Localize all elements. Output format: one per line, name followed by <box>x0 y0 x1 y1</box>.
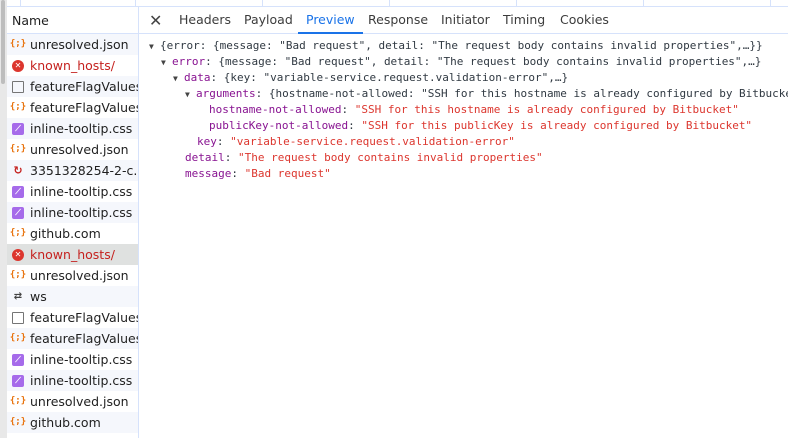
json-icon: {;} <box>9 396 27 406</box>
expand-triangle-icon[interactable]: ▼ <box>161 55 172 71</box>
json-icon: {;} <box>9 228 27 238</box>
request-name: unresolved.json <box>30 37 129 52</box>
tab-payload[interactable]: Payload <box>244 7 293 34</box>
request-row[interactable]: ✕ known_hosts/ <box>7 244 138 265</box>
request-row[interactable]: {;} featureFlagValues <box>7 97 138 118</box>
tab-response[interactable]: Response <box>368 7 428 34</box>
request-row[interactable]: {;} unresolved.json <box>7 139 138 160</box>
scrollbar-thumb[interactable] <box>1 0 5 84</box>
tree-node-error[interactable]: ▼ error: {message: "Bad request", detail:… <box>139 54 788 70</box>
request-row[interactable]: featureFlagValues <box>7 307 138 328</box>
request-row[interactable]: ⟋ inline-tooltip.css <box>7 349 138 370</box>
json-icon: {;} <box>9 102 27 112</box>
name-column-header[interactable]: Name <box>7 7 138 34</box>
request-name: github.com <box>30 226 101 241</box>
error-icon: ✕ <box>12 59 24 72</box>
img-icon: ↻ <box>13 164 23 177</box>
request-row[interactable]: {;} github.com <box>7 223 138 244</box>
request-row[interactable]: ✕ known_hosts/ <box>7 55 138 76</box>
request-row[interactable]: ⟋ inline-tooltip.css <box>7 118 138 139</box>
request-row[interactable]: {;} unresolved.json <box>7 34 138 55</box>
request-name: inline-tooltip.css <box>30 121 133 136</box>
tree-leaf-key: key: "variable-service.request.validatio… <box>197 135 515 148</box>
request-row[interactable]: {;} unresolved.json <box>7 391 138 412</box>
request-name: inline-tooltip.css <box>30 373 133 388</box>
request-row[interactable]: {;} featureFlagValues <box>7 328 138 349</box>
request-row[interactable]: ⟋ inline-tooltip.css <box>7 181 138 202</box>
request-row[interactable]: ⟋ inline-tooltip.css <box>7 370 138 391</box>
table-header-strip <box>0 0 788 7</box>
json-preview: ▼ {error: {message: "Bad request", detail… <box>139 38 788 182</box>
details-tabs: ✕ Headers Payload Preview Response Initi… <box>139 7 788 34</box>
tab-timing[interactable]: Timing <box>503 7 545 34</box>
tree-node-arguments[interactable]: ▼ arguments: {hostname-not-allowed: "SSH … <box>139 86 788 102</box>
tab-initiator[interactable]: Initiator <box>441 7 490 34</box>
expand-triangle-icon[interactable]: ▼ <box>185 87 196 103</box>
tree-leaf-hostname: hostname-not-allowed: "SSH for this host… <box>209 103 739 116</box>
request-name: inline-tooltip.css <box>30 205 133 220</box>
tab-preview[interactable]: Preview <box>298 7 363 34</box>
request-name: known_hosts/ <box>30 247 115 262</box>
request-row[interactable]: ⟋ inline-tooltip.css <box>7 202 138 223</box>
tab-cookies[interactable]: Cookies <box>560 7 609 34</box>
css-icon: ⟋ <box>12 185 24 198</box>
doc-icon <box>12 311 24 324</box>
error-icon: ✕ <box>12 248 24 261</box>
css-icon: ⟋ <box>12 353 24 366</box>
request-name: featureFlagValues <box>30 79 138 94</box>
request-row[interactable]: {;} github.com <box>7 412 138 433</box>
tree-leaf-detail: detail: "The request body contains inval… <box>185 151 543 164</box>
details-panel: ✕ Headers Payload Preview Response Initi… <box>139 7 788 438</box>
tab-headers[interactable]: Headers <box>179 7 231 34</box>
json-icon: {;} <box>9 270 27 280</box>
request-name: featureFlagValues <box>30 331 138 346</box>
request-name: 3351328254-2-c... <box>30 163 138 178</box>
request-name: featureFlagValues <box>30 100 138 115</box>
json-icon: {;} <box>9 333 27 343</box>
request-name: unresolved.json <box>30 394 129 409</box>
ws-icon: ⇄ <box>13 291 23 302</box>
tree-node-data[interactable]: ▼ data: {key: "variable-service.request.v… <box>139 70 788 86</box>
request-name: github.com <box>30 415 101 430</box>
tree-leaf-publickey: publicKey-not-allowed: "SSH for this pub… <box>209 119 753 132</box>
request-name: inline-tooltip.css <box>30 184 133 199</box>
request-name: inline-tooltip.css <box>30 352 133 367</box>
request-name: unresolved.json <box>30 142 129 157</box>
close-icon[interactable]: ✕ <box>149 11 162 30</box>
scrollbar[interactable] <box>0 0 7 438</box>
request-name: featureFlagValues <box>30 310 138 325</box>
request-name: ws <box>30 289 47 304</box>
request-row[interactable]: {;} unresolved.json <box>7 265 138 286</box>
request-list: Name {;} unresolved.json ✕ known_hosts/feat… <box>7 7 139 438</box>
expand-triangle-icon[interactable]: ▼ <box>173 71 184 87</box>
request-row[interactable]: ⇄ ws <box>7 286 138 307</box>
request-name: unresolved.json <box>30 268 129 283</box>
request-row[interactable]: featureFlagValues <box>7 76 138 97</box>
json-icon: {;} <box>9 417 27 427</box>
json-icon: {;} <box>9 39 27 49</box>
request-name: known_hosts/ <box>30 58 115 73</box>
tree-root[interactable]: ▼ {error: {message: "Bad request", detail… <box>139 38 788 54</box>
tree-leaf-message: message: "Bad request" <box>185 167 331 180</box>
doc-icon <box>12 80 24 93</box>
css-icon: ⟋ <box>12 122 24 135</box>
css-icon: ⟋ <box>12 206 24 219</box>
expand-triangle-icon[interactable]: ▼ <box>149 39 160 55</box>
json-icon: {;} <box>9 144 27 154</box>
request-row[interactable]: ↻ 3351328254-2-c... <box>7 160 138 181</box>
css-icon: ⟋ <box>12 374 24 387</box>
